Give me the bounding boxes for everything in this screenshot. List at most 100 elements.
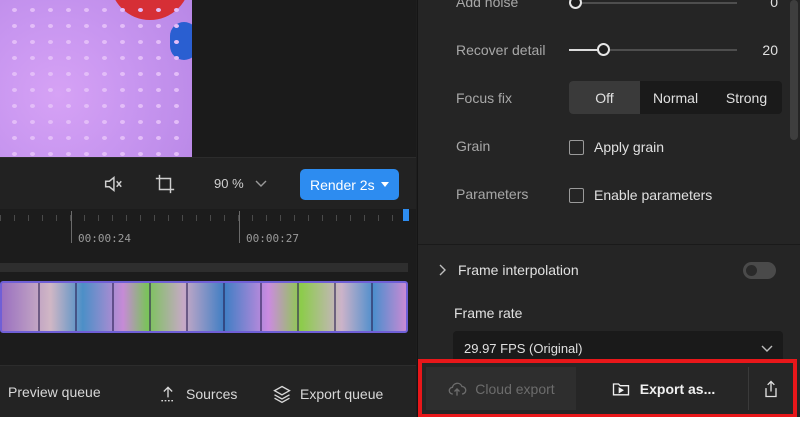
enable-parameters-checkbox-row[interactable]: Enable parameters [569, 187, 712, 203]
share-button[interactable] [748, 367, 793, 410]
chevron-down-icon[interactable] [254, 176, 268, 190]
export-queue-button[interactable]: Export queue [272, 384, 383, 404]
texture-dot [66, 72, 71, 76]
caret-down-icon[interactable] [381, 182, 389, 187]
focus-fix-normal[interactable]: Normal [640, 81, 711, 114]
frame-rate-value: 29.97 FPS (Original) [464, 340, 583, 356]
folder-play-icon [612, 382, 629, 395]
export-as-button[interactable]: Export as... [580, 367, 746, 410]
slider-knob[interactable] [569, 0, 582, 9]
texture-dot [12, 136, 17, 140]
preview-queue-button[interactable]: Preview queue [8, 384, 101, 400]
sources-button[interactable]: Sources [158, 384, 237, 404]
texture-dot [12, 56, 17, 60]
mute-icon[interactable] [102, 173, 124, 195]
texture-dot [102, 104, 107, 108]
texture-dot [102, 136, 107, 140]
texture-dot [138, 56, 143, 60]
frame-interpolation-toggle[interactable] [743, 262, 776, 279]
ruler-tick [42, 215, 43, 221]
ruler-tick [140, 215, 141, 221]
zoom-level[interactable]: 90 % [214, 176, 244, 191]
playhead[interactable] [403, 209, 409, 221]
focus-fix-strong[interactable]: Strong [711, 81, 782, 114]
texture-dot [120, 104, 125, 108]
recover-detail-slider[interactable] [569, 43, 737, 56]
cloud-export-label: Cloud export [475, 380, 555, 397]
apply-grain-checkbox-row[interactable]: Apply grain [569, 139, 664, 155]
preview-toolbar: 90 % Render 2s [0, 157, 416, 209]
texture-dot [48, 72, 53, 76]
clip-frame-divider [334, 283, 336, 331]
texture-dot [102, 152, 107, 156]
add-noise-label: Add noise [456, 0, 519, 10]
texture-dot [102, 40, 107, 44]
apply-grain-label: Apply grain [594, 139, 665, 155]
focus-fix-off[interactable]: Off [569, 81, 640, 114]
texture-dot [102, 120, 107, 124]
texture-dot [12, 72, 17, 76]
texture-dot [138, 120, 143, 124]
texture-dot [84, 40, 89, 44]
chevron-right-icon[interactable] [436, 264, 448, 276]
texture-dot [138, 152, 143, 156]
texture-dot [84, 24, 89, 28]
frame-interpolation-header[interactable]: Frame interpolation [436, 262, 579, 278]
texture-dot [120, 40, 125, 44]
bottom-toolbar: Preview queue Sources Export queue [0, 365, 416, 417]
texture-dot [12, 8, 17, 12]
texture-dot [156, 40, 161, 44]
texture-dot [102, 8, 107, 12]
export-queue-label: Export queue [300, 386, 384, 402]
video-clip[interactable] [0, 281, 408, 333]
texture-dot [156, 120, 161, 124]
enable-parameters-checkbox[interactable] [569, 187, 584, 203]
texture-dot [138, 88, 143, 92]
texture-dot [30, 72, 35, 76]
texture-dot [156, 24, 161, 28]
texture-dot [174, 104, 179, 108]
texture-dot [174, 120, 179, 124]
texture-dot [84, 56, 89, 60]
scrollbar[interactable] [790, 0, 798, 140]
recover-detail-value: 20 [762, 42, 778, 58]
texture-dot [84, 8, 89, 12]
ruler-tick [14, 215, 15, 221]
texture-dot [156, 136, 161, 140]
texture-dot [138, 136, 143, 140]
texture-dot [138, 40, 143, 44]
texture-dot [30, 88, 35, 92]
crop-icon[interactable] [154, 173, 176, 195]
texture-dot [120, 8, 125, 12]
texture-dot [30, 40, 35, 44]
ruler-tick [392, 215, 393, 221]
texture-dot [138, 104, 143, 108]
texture-dot [48, 88, 53, 92]
texture-dot [66, 24, 71, 28]
clip-frame-divider [38, 283, 40, 331]
add-noise-slider[interactable] [569, 0, 737, 9]
slider-knob[interactable] [596, 43, 610, 56]
section-divider [418, 244, 800, 245]
cloud-upload-icon [448, 382, 467, 396]
timeline[interactable]: 00:00:24 00:00:27 [0, 209, 416, 365]
render-button[interactable]: Render 2s [300, 169, 399, 200]
texture-dot [30, 56, 35, 60]
texture-dot [66, 88, 71, 92]
grain-label: Grain [456, 138, 491, 154]
ruler-tick [182, 215, 183, 221]
apply-grain-checkbox[interactable] [569, 139, 584, 155]
texture-dot [30, 104, 35, 108]
preview-background [192, 0, 416, 157]
ruler-tick [154, 215, 155, 221]
cloud-export-button[interactable]: Cloud export [426, 367, 576, 410]
enable-parameters-label: Enable parameters [594, 187, 713, 203]
ruler-tick [126, 215, 127, 221]
texture-dot [102, 24, 107, 28]
texture-dot [84, 104, 89, 108]
texture-dot [12, 24, 17, 28]
preview-queue-label: Preview queue [8, 384, 101, 400]
chevron-down-icon [761, 345, 773, 352]
texture-dot [66, 40, 71, 44]
render-button-label: Render 2s [310, 176, 375, 193]
